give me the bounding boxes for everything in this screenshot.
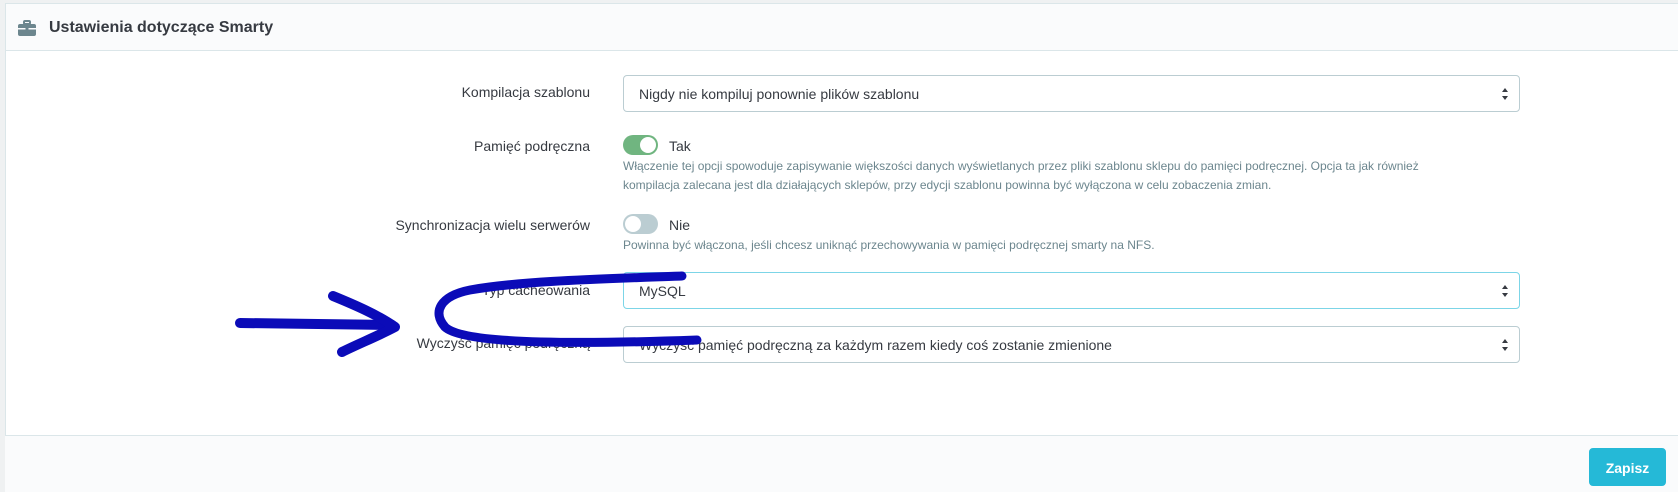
compilation-select[interactable]: Nigdy nie kompiluj ponownie plików szabl…: [623, 75, 1520, 112]
toggle-knob: [640, 137, 656, 153]
multi-server-label: Synchronizacja wielu serwerów: [395, 217, 590, 233]
cache-type-select-value: MySQL: [639, 283, 686, 299]
cache-label: Pamięć podręczna: [474, 138, 590, 154]
compilation-select-value: Nigdy nie kompiluj ponownie plików szabl…: [639, 86, 920, 102]
save-button[interactable]: Zapisz: [1589, 448, 1666, 486]
clear-cache-select-value: Wyczyść pamięć podręczną za każdym razem…: [639, 337, 1112, 353]
clear-cache-label: Wyczyść pamięć podręczną: [416, 335, 590, 351]
panel-footer: [5, 435, 1678, 492]
compilation-label: Kompilacja szablonu: [461, 84, 590, 100]
select-arrows-icon: [1502, 88, 1508, 100]
cache-toggle[interactable]: [623, 135, 658, 155]
panel-title: Ustawienia dotyczące Smarty: [49, 19, 274, 36]
cache-type-label: Typ cacheowania: [481, 282, 590, 298]
select-arrows-icon: [1502, 339, 1508, 351]
select-arrows-icon: [1502, 285, 1508, 297]
multi-server-toggle-state: Nie: [669, 217, 691, 233]
cache-type-select[interactable]: MySQL: [623, 272, 1520, 309]
multi-server-help-text: Powinna być włączona, jeśli chcesz unikn…: [623, 238, 1155, 252]
cache-help-text: Włączenie tej opcji spowoduje zapisywani…: [623, 159, 1419, 192]
multi-server-toggle[interactable]: [623, 214, 658, 234]
clear-cache-select[interactable]: Wyczyść pamięć podręczną za każdym razem…: [623, 326, 1520, 363]
briefcase-icon: [18, 20, 36, 36]
cache-toggle-state: Tak: [669, 138, 691, 154]
panel-heading: Ustawienia dotyczące Smarty: [6, 4, 1678, 51]
toggle-knob: [625, 216, 641, 232]
